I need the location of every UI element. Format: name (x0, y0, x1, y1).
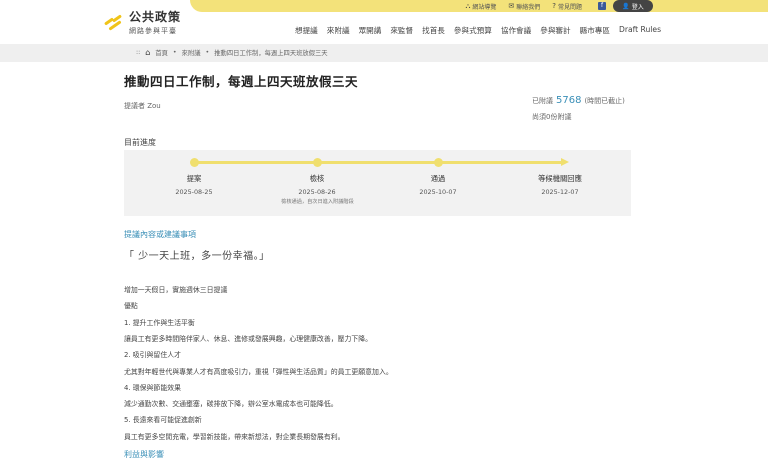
progress-arrow-icon (561, 158, 569, 166)
progress-dot (313, 158, 322, 167)
proposer: 提議者 Zou (124, 102, 161, 110)
content-quote: 「 少一天上班，多一份幸福。」 (124, 251, 270, 262)
util-link-faq[interactable]: ? 常見問題 (552, 2, 582, 11)
breadcrumb-home[interactable]: 首頁 (155, 48, 168, 57)
content-line: 尤其對年輕世代與專業人才有高度吸引力，重視「彈性與生活品質」的員工更願意加入。 (124, 368, 393, 376)
user-icon: 👤 (622, 2, 630, 10)
nav-audit[interactable]: 參與審計 (540, 25, 570, 36)
logo-subtitle: 網路參與平臺 (129, 27, 177, 35)
help-icon: ? (552, 2, 556, 10)
nav-collab-meetings[interactable]: 協作會議 (501, 25, 531, 36)
util-link-contact[interactable]: ✉ 聯絡我們 (508, 2, 540, 11)
nav-discuss[interactable]: 眾開講 (359, 25, 382, 36)
progress-track (194, 161, 565, 164)
breadcrumb-endorse[interactable]: 來附議 (182, 48, 201, 57)
utility-links: ⛬ 網站導覽 ✉ 聯絡我們 ? 常見問題 (465, 0, 582, 12)
nav-supervise[interactable]: 來監督 (390, 25, 413, 36)
nav-participatory-budget[interactable]: 參與式預算 (454, 25, 492, 36)
progress-heading: 目前進度 (124, 138, 156, 147)
content-line: 5. 長遠來看可能促進創新 (124, 416, 202, 424)
content-line: 1. 提升工作與生活平衡 (124, 319, 195, 327)
content-line: 讓員工有更多時間陪伴家人、休息、進修或發展興趣，心理健康改善，壓力下降。 (124, 335, 373, 343)
votes-needed: 尚須0份附議 (532, 113, 572, 121)
nav-endorse[interactable]: 來附議 (327, 25, 350, 36)
votes-count: 5768 (556, 95, 582, 106)
nav-cities[interactable]: 縣市專區 (580, 25, 610, 36)
sitemap-icon: ⛬ (465, 1, 471, 10)
content-line: 4. 環保與節能效果 (124, 384, 181, 392)
breadcrumb-separator: • (172, 49, 177, 56)
stage-approved: 通過 2025-10-07 (419, 174, 457, 196)
login-button[interactable]: 👤 登入 (613, 0, 653, 12)
nav-propose[interactable]: 想提議 (295, 25, 318, 36)
site-logo[interactable]: 公共政策 網路參與平臺 (103, 8, 181, 36)
stage-review: 檢核 2025-08-26 (298, 174, 336, 196)
mail-icon: ✉ (508, 2, 515, 10)
util-link-sitemap[interactable]: ⛬ 網站導覽 (465, 2, 496, 11)
votes-status: (時間已截止) (584, 97, 625, 105)
page-title: 推動四日工作制，每週上四天班放假三天 (124, 74, 359, 89)
content-line: 減少通勤次數、交通壅塞，碳排放下降，辦公室水電成本也可能降低。 (124, 400, 338, 408)
home-icon: ⌂ (145, 48, 151, 57)
breadcrumb-bullet: :: (136, 49, 141, 56)
breadcrumb-separator: • (205, 49, 210, 56)
breadcrumb-bar (0, 44, 768, 62)
content-line: 員工有更多空閒充電，學習新技能，帶來新想法，對企業長期發展有利。 (124, 433, 345, 441)
content-heading: 提議內容或建議事項 (124, 230, 196, 239)
main-nav: 想提議 來附議 眾開講 來監督 找首長 參與式預算 協作會議 參與審計 縣市專區… (295, 25, 661, 36)
logo-mark-icon (103, 11, 125, 33)
breadcrumb-current: 推動四日工作制，每週上四天班放假三天 (214, 50, 328, 57)
progress-dot (434, 158, 443, 167)
facebook-icon[interactable]: f (598, 2, 606, 10)
vote-count: 已附議 5768 (時間已截止) (532, 95, 625, 106)
content-line: 增加一天假日，實施週休三日提議 (124, 286, 228, 294)
logo-title: 公共政策 (129, 10, 182, 24)
stage-proposal: 提案 2025-08-25 (175, 174, 213, 196)
content-line: 2. 吸引與留住人才 (124, 351, 181, 359)
breadcrumb: :: ⌂ 首頁 • 來附議 • 推動四日工作制，每週上四天班放假三天 (136, 48, 328, 57)
benefits-heading: 利益與影響 (124, 450, 164, 459)
progress-dot (190, 158, 199, 167)
stage-note: 檢核通過，自次日進入附議階段 (281, 199, 354, 205)
content-line: 優點 (124, 302, 138, 310)
nav-mayors[interactable]: 找首長 (422, 25, 445, 36)
stage-awaiting-response: 等候機關回應 2025-12-07 (538, 174, 582, 196)
votes-prefix: 已附議 (532, 97, 553, 105)
nav-draft-rules[interactable]: Draft Rules (619, 25, 661, 36)
